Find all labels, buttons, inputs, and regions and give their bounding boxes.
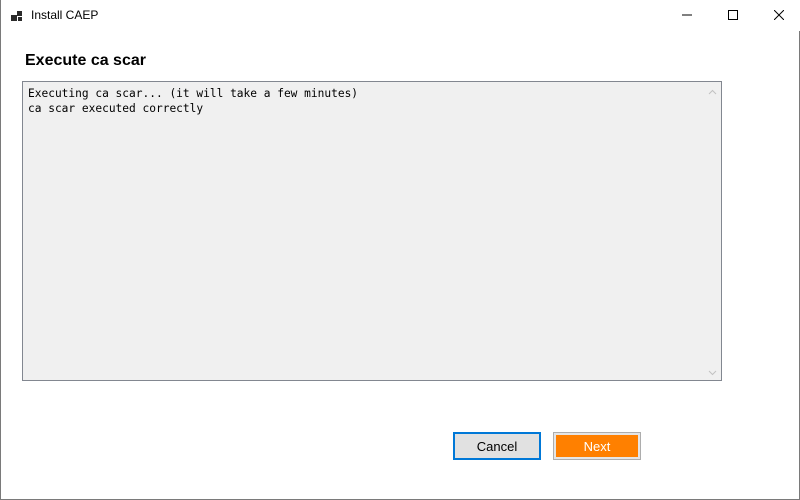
scroll-down-button[interactable] (704, 363, 721, 380)
page-title: Execute ca scar (25, 52, 146, 69)
chevron-down-icon (708, 363, 717, 381)
log-text: Executing ca scar... (it will take a few… (28, 86, 701, 116)
close-icon (773, 7, 785, 25)
minimize-button[interactable] (664, 0, 710, 31)
title-bar[interactable]: Install CAEP (1, 0, 800, 31)
vertical-scrollbar[interactable] (704, 82, 721, 380)
log-line: Executing ca scar... (it will take a few… (28, 87, 359, 100)
cancel-button[interactable]: Cancel (453, 432, 541, 460)
minimize-icon (682, 7, 692, 25)
log-output-textbox[interactable]: Executing ca scar... (it will take a few… (22, 81, 722, 381)
maximize-button[interactable] (710, 0, 756, 31)
scroll-up-button[interactable] (704, 82, 721, 99)
maximize-icon (728, 7, 738, 25)
window-title: Install CAEP (31, 8, 99, 22)
chevron-up-icon (708, 82, 717, 100)
installer-window: Install CAEP Execute ca scar Executing c… (0, 0, 800, 500)
log-line: ca scar executed correctly (28, 102, 204, 115)
close-button[interactable] (756, 0, 800, 31)
next-button[interactable]: Next (553, 432, 641, 460)
app-icon (11, 9, 23, 21)
